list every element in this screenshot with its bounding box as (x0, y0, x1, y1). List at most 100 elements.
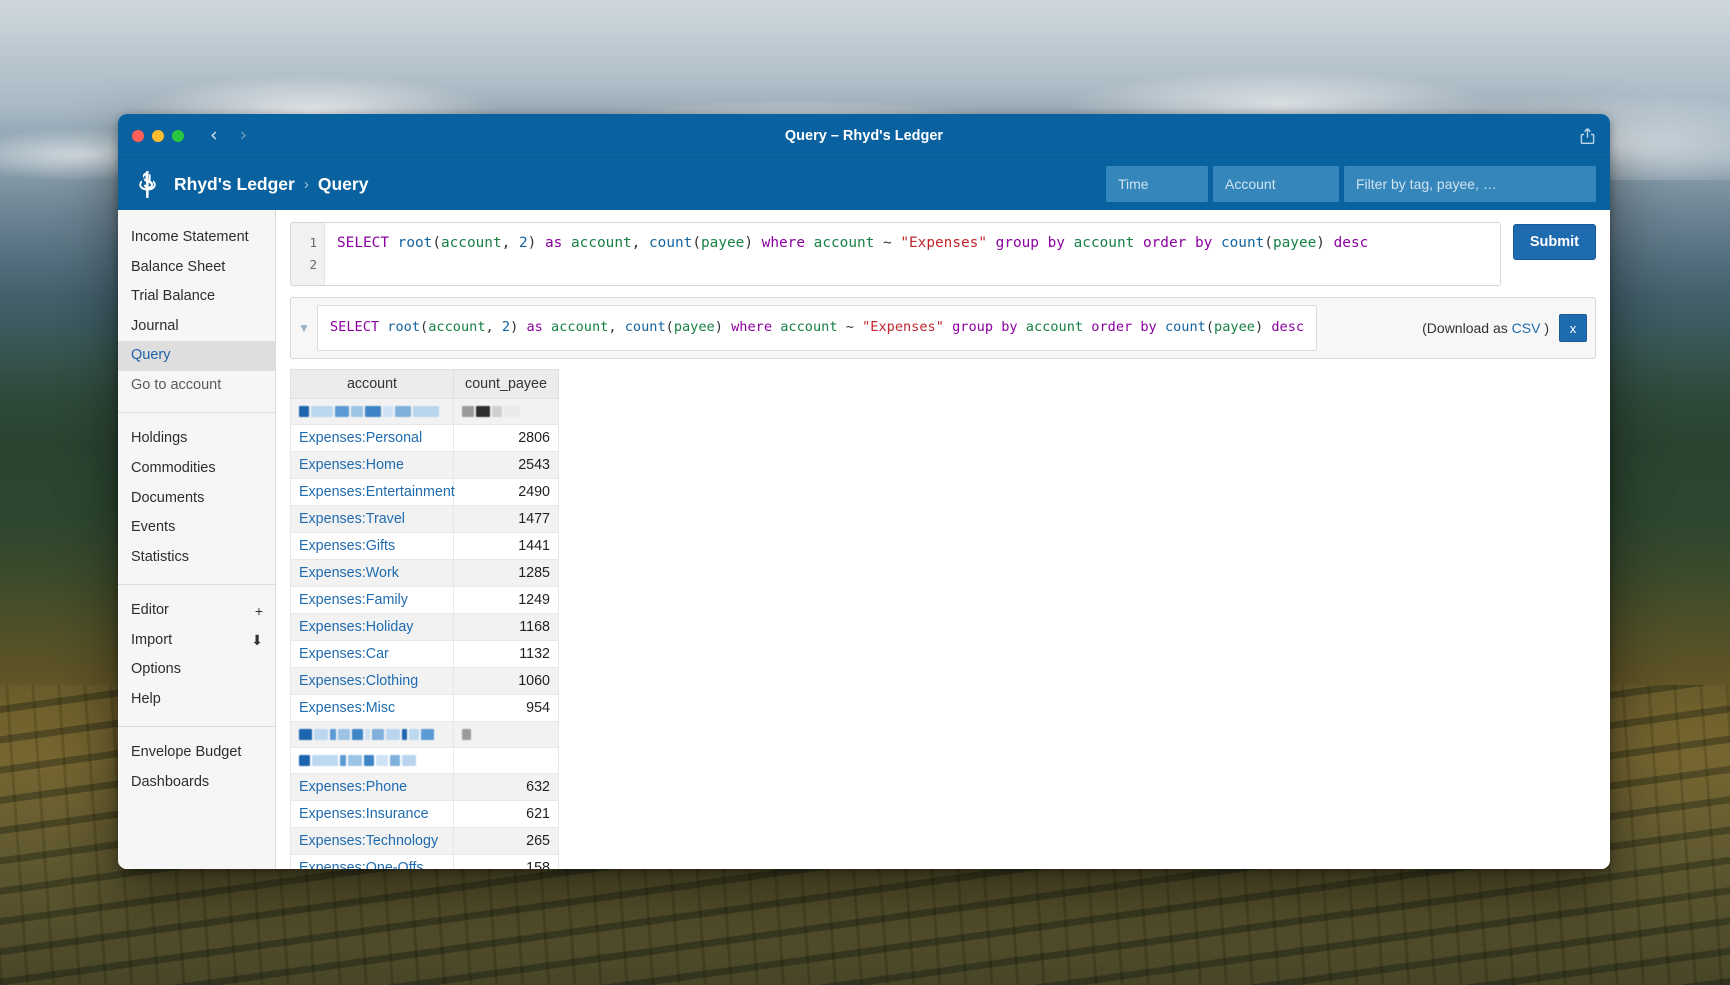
chevron-down-icon[interactable]: ▼ (291, 298, 317, 358)
import-download-icon[interactable]: ⬇ (251, 631, 263, 650)
redaction-block (383, 406, 393, 417)
column-header-count-payee[interactable]: count_payee (454, 370, 559, 399)
minimize-window-button[interactable] (152, 130, 164, 142)
cell-account[interactable]: Expenses:One-Offs (291, 855, 454, 870)
submit-query-button[interactable]: Submit (1513, 224, 1596, 260)
table-row[interactable]: Expenses:Gifts1441 (291, 533, 559, 560)
breadcrumb-current: Query (318, 174, 369, 195)
cell-account[interactable]: Expenses:Home (291, 452, 454, 479)
table-row[interactable]: Expenses:Technology265 (291, 828, 559, 855)
query-editor[interactable]: 12 SELECT root(account, 2) as account, c… (290, 222, 1501, 286)
sidebar-item-editor[interactable]: Editor + (118, 596, 275, 626)
table-row-redacted[interactable] (291, 399, 559, 425)
cell-account[interactable]: Expenses:Car (291, 641, 454, 668)
cell-account[interactable] (291, 722, 454, 748)
cell-account[interactable] (291, 399, 454, 425)
close-result-button[interactable]: x (1559, 314, 1587, 342)
close-window-button[interactable] (132, 130, 144, 142)
cell-account[interactable]: Expenses:Technology (291, 828, 454, 855)
sidebar-item-envelope-budget[interactable]: Envelope Budget (118, 738, 275, 768)
time-filter-input[interactable] (1106, 166, 1208, 202)
table-row-redacted[interactable] (291, 722, 559, 748)
redaction-block (299, 406, 309, 417)
cell-count-payee: 158 (454, 855, 559, 870)
table-row[interactable]: Expenses:Travel1477 (291, 506, 559, 533)
sidebar-item-import[interactable]: Import ⬇ (118, 626, 275, 656)
desktop-wallpaper: ‹ › Query – Rhyd's Ledger Rhy (0, 0, 1730, 985)
table-row-redacted[interactable] (291, 748, 559, 774)
cell-account[interactable] (291, 748, 454, 774)
download-prefix: (Download as (1422, 320, 1512, 336)
sidebar-item-trial-balance[interactable]: Trial Balance (118, 282, 275, 312)
cell-account[interactable]: Expenses:Misc (291, 695, 454, 722)
table-row[interactable]: Expenses:Misc954 (291, 695, 559, 722)
cell-account[interactable]: Expenses:Personal (291, 425, 454, 452)
redaction-block (462, 406, 474, 417)
sidebar-item-journal[interactable]: Journal (118, 312, 275, 342)
add-entry-icon[interactable]: + (255, 602, 263, 621)
tag-payee-filter-input[interactable] (1344, 166, 1596, 202)
cell-account[interactable]: Expenses:Gifts (291, 533, 454, 560)
sidebar-item-holdings[interactable]: Holdings (118, 424, 275, 454)
zoom-window-button[interactable] (172, 130, 184, 142)
cell-account[interactable]: Expenses:Holiday (291, 614, 454, 641)
sidebar-item-statistics[interactable]: Statistics (118, 543, 275, 573)
table-row[interactable]: Expenses:Car1132 (291, 641, 559, 668)
download-csv-link[interactable]: CSV (1512, 320, 1541, 336)
sidebar-item-label: Statistics (131, 548, 189, 568)
cell-count-payee: 2543 (454, 452, 559, 479)
header-filters (1106, 166, 1596, 202)
table-row[interactable]: Expenses:Home2543 (291, 452, 559, 479)
table-row[interactable]: Expenses:Holiday1168 (291, 614, 559, 641)
table-header-row: account count_payee (291, 370, 559, 399)
cell-count-payee (454, 748, 559, 774)
redacted-value (299, 755, 445, 766)
window-titlebar: ‹ › Query – Rhyd's Ledger (118, 114, 1610, 158)
sidebar-item-events[interactable]: Events (118, 513, 275, 543)
table-row[interactable]: Expenses:Phone632 (291, 774, 559, 801)
redaction-block (372, 729, 384, 740)
redaction-block (351, 406, 363, 417)
sidebar-item-commodities[interactable]: Commodities (118, 454, 275, 484)
cell-count-payee: 1060 (454, 668, 559, 695)
sidebar-item-label: Help (131, 690, 161, 710)
cell-account[interactable]: Expenses:Insurance (291, 801, 454, 828)
cell-account[interactable]: Expenses:Travel (291, 506, 454, 533)
sidebar-item-options[interactable]: Options (118, 655, 275, 685)
table-row[interactable]: Expenses:Personal2806 (291, 425, 559, 452)
table-row[interactable]: Expenses:Entertainment2490 (291, 479, 559, 506)
cell-account[interactable]: Expenses:Entertainment (291, 479, 454, 506)
sidebar-item-query[interactable]: Query (118, 341, 275, 371)
sidebar-item-label: Options (131, 660, 181, 680)
cell-account[interactable]: Expenses:Family (291, 587, 454, 614)
traffic-lights (132, 130, 184, 142)
query-editor-input[interactable]: SELECT root(account, 2) as account, coun… (325, 223, 1500, 285)
sidebar-item-documents[interactable]: Documents (118, 484, 275, 514)
cell-count-payee: 954 (454, 695, 559, 722)
column-header-account[interactable]: account (291, 370, 454, 399)
sidebar-item-label: Import (131, 631, 172, 651)
cell-account[interactable]: Expenses:Phone (291, 774, 454, 801)
sidebar-item-dashboards[interactable]: Dashboards (118, 768, 275, 798)
forward-arrow-icon[interactable]: › (240, 126, 248, 145)
sidebar-item-go-to-account[interactable]: Go to account (118, 371, 275, 401)
account-filter-input[interactable] (1213, 166, 1339, 202)
table-row[interactable]: Expenses:Clothing1060 (291, 668, 559, 695)
table-row[interactable]: Expenses:One-Offs158 (291, 855, 559, 870)
cell-account[interactable]: Expenses:Clothing (291, 668, 454, 695)
breadcrumb-parent[interactable]: Rhyd's Ledger (174, 174, 295, 195)
ledger-logo-icon[interactable] (134, 170, 160, 198)
navigation-arrows: ‹ › (210, 126, 247, 145)
table-row[interactable]: Expenses:Work1285 (291, 560, 559, 587)
table-row[interactable]: Expenses:Family1249 (291, 587, 559, 614)
share-icon[interactable] (1579, 127, 1596, 145)
sidebar-item-balance-sheet[interactable]: Balance Sheet (118, 253, 275, 283)
results-table-wrapper: account count_payee Expenses:Personal280… (290, 369, 558, 869)
back-arrow-icon[interactable]: ‹ (210, 126, 218, 145)
sidebar-item-help[interactable]: Help (118, 685, 275, 715)
sidebar-item-label: Go to account (131, 376, 221, 396)
cell-account[interactable]: Expenses:Work (291, 560, 454, 587)
table-row[interactable]: Expenses:Insurance621 (291, 801, 559, 828)
redaction-block (504, 406, 520, 417)
sidebar-item-income-statement[interactable]: Income Statement (118, 223, 275, 253)
